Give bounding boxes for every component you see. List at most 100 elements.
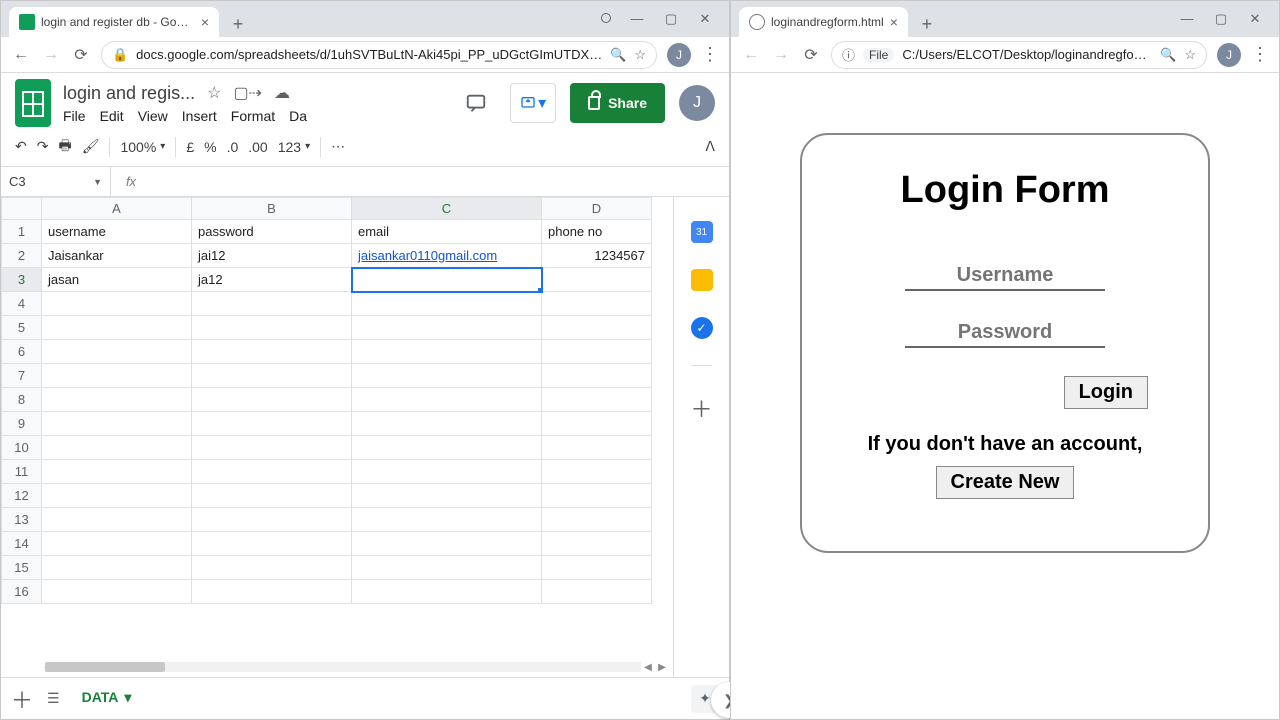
- back-button[interactable]: ←: [11, 45, 31, 65]
- login-button[interactable]: Login: [1064, 376, 1148, 409]
- keep-icon[interactable]: [691, 269, 713, 291]
- cell[interactable]: [42, 340, 192, 364]
- cell[interactable]: [42, 508, 192, 532]
- cell[interactable]: [542, 316, 652, 340]
- redo-icon[interactable]: ↷: [37, 138, 49, 155]
- zoom-icon[interactable]: 🔍: [1160, 47, 1176, 63]
- name-box[interactable]: C3 ▼: [1, 167, 111, 196]
- close-window-button[interactable]: ✕: [1247, 11, 1263, 27]
- minimize-button[interactable]: —: [1179, 11, 1195, 27]
- cell[interactable]: [542, 484, 652, 508]
- cell[interactable]: [352, 556, 542, 580]
- cell[interactable]: [192, 436, 352, 460]
- address-bar[interactable]: 🔒 docs.google.com/spreadsheets/d/1uhSVTB…: [101, 41, 657, 69]
- cell[interactable]: [542, 412, 652, 436]
- present-button[interactable]: ▾: [510, 83, 556, 123]
- row-header[interactable]: 15: [2, 556, 42, 580]
- cell[interactable]: [352, 580, 542, 604]
- cell[interactable]: [542, 556, 652, 580]
- profile-avatar[interactable]: J: [1217, 43, 1241, 67]
- back-button[interactable]: ←: [741, 45, 761, 65]
- row-header[interactable]: 16: [2, 580, 42, 604]
- cell[interactable]: [42, 364, 192, 388]
- cell[interactable]: [42, 460, 192, 484]
- maximize-button[interactable]: ▢: [663, 11, 679, 27]
- addons-plus-icon[interactable]: ＋: [690, 392, 712, 424]
- cell[interactable]: [542, 460, 652, 484]
- reload-button[interactable]: ⟳: [71, 45, 91, 65]
- cell[interactable]: [192, 580, 352, 604]
- cell[interactable]: [352, 532, 542, 556]
- bookmark-icon[interactable]: ☆: [1184, 47, 1196, 63]
- close-tab-icon[interactable]: ×: [890, 14, 898, 30]
- cell[interactable]: [192, 412, 352, 436]
- cell[interactable]: [542, 292, 652, 316]
- menu-view[interactable]: View: [138, 108, 168, 124]
- cell[interactable]: [352, 460, 542, 484]
- cell[interactable]: [42, 436, 192, 460]
- increase-decimal-button[interactable]: .00: [248, 139, 267, 155]
- new-tab-button[interactable]: +: [914, 11, 940, 37]
- cell[interactable]: [42, 292, 192, 316]
- cell[interactable]: [42, 388, 192, 412]
- cell[interactable]: [42, 580, 192, 604]
- cell[interactable]: Jaisankar: [42, 244, 192, 268]
- formula-input[interactable]: [151, 167, 729, 196]
- paint-format-icon[interactable]: 🖌: [82, 138, 100, 155]
- decrease-decimal-button[interactable]: .0: [227, 139, 239, 155]
- row-header[interactable]: 11: [2, 460, 42, 484]
- calendar-icon[interactable]: [691, 221, 713, 243]
- chrome-menu-icon[interactable]: ⋮: [701, 44, 719, 65]
- cell[interactable]: [542, 436, 652, 460]
- sheet-tab-active[interactable]: DATA▾: [74, 683, 140, 715]
- menu-insert[interactable]: Insert: [182, 108, 217, 124]
- new-tab-button[interactable]: +: [225, 11, 251, 37]
- cell[interactable]: username: [42, 220, 192, 244]
- all-sheets-button[interactable]: ☰: [47, 690, 60, 707]
- cell[interactable]: [42, 412, 192, 436]
- minimize-button[interactable]: —: [629, 11, 645, 27]
- row-header[interactable]: 4: [2, 292, 42, 316]
- cell[interactable]: [542, 508, 652, 532]
- cell[interactable]: [352, 412, 542, 436]
- cell[interactable]: [192, 340, 352, 364]
- cell[interactable]: [352, 316, 542, 340]
- menu-data[interactable]: Da: [289, 108, 307, 124]
- doc-title[interactable]: login and regis...: [63, 83, 195, 104]
- profile-avatar[interactable]: J: [667, 43, 691, 67]
- cell[interactable]: [352, 508, 542, 532]
- percent-button[interactable]: %: [204, 139, 216, 155]
- cell[interactable]: [542, 580, 652, 604]
- cell[interactable]: [192, 556, 352, 580]
- cell[interactable]: [352, 292, 542, 316]
- cell[interactable]: ja12: [192, 268, 352, 292]
- column-header[interactable]: C: [352, 198, 542, 220]
- bookmark-icon[interactable]: ☆: [634, 47, 646, 63]
- maximize-button[interactable]: ▢: [1213, 11, 1229, 27]
- username-input[interactable]: [905, 262, 1105, 291]
- cell[interactable]: [192, 364, 352, 388]
- cell[interactable]: [192, 460, 352, 484]
- toolbar-overflow-icon[interactable]: ⋯: [331, 138, 347, 155]
- cell[interactable]: [352, 268, 542, 292]
- column-header[interactable]: A: [42, 198, 192, 220]
- create-account-button[interactable]: Create New: [936, 466, 1075, 499]
- row-header[interactable]: 12: [2, 484, 42, 508]
- cell[interactable]: [352, 388, 542, 412]
- name-box-dropdown-icon[interactable]: ▼: [93, 177, 102, 187]
- address-bar[interactable]: ⓘ File C:/Users/ELCOT/Desktop/loginandre…: [831, 41, 1207, 69]
- sheets-logo-icon[interactable]: [15, 79, 51, 127]
- cell[interactable]: jasan: [42, 268, 192, 292]
- close-tab-icon[interactable]: ×: [201, 14, 209, 30]
- cell[interactable]: [352, 340, 542, 364]
- row-header[interactable]: 14: [2, 532, 42, 556]
- password-input[interactable]: [905, 319, 1105, 348]
- cell[interactable]: jai12: [192, 244, 352, 268]
- browser-tab-active[interactable]: loginandregform.html ×: [739, 7, 908, 37]
- collapse-toolbar-icon[interactable]: ᐱ: [705, 138, 715, 155]
- row-header[interactable]: 3: [2, 268, 42, 292]
- menu-format[interactable]: Format: [231, 108, 275, 124]
- row-header[interactable]: 8: [2, 388, 42, 412]
- cell[interactable]: [192, 316, 352, 340]
- cell[interactable]: [542, 268, 652, 292]
